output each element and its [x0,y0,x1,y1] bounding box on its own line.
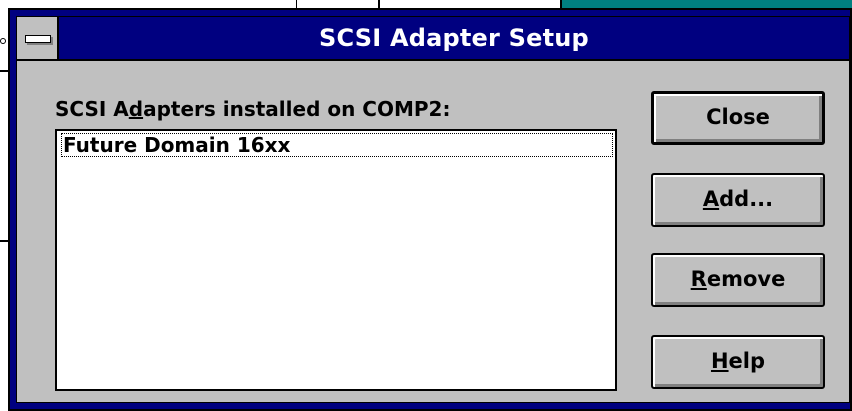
help-button-label: elp [728,349,766,373]
background-window-edge [296,0,297,8]
dialog-client-area: SCSI Adapters installed on COMP2: Future… [17,61,849,402]
dialog-frame: SCSI Adapter Setup SCSI Adapters install… [16,16,850,403]
label-mnemonic: d [128,97,144,121]
add-button-label: dd... [719,187,774,211]
remove-button-mnemonic: R [690,267,707,291]
close-button[interactable]: Close [651,91,825,145]
list-item-future-domain[interactable]: Future Domain 16xx [61,133,613,157]
help-button[interactable]: Help [651,335,825,389]
add-button[interactable]: Add... [651,173,825,227]
window-title: SCSI Adapter Setup [319,24,589,52]
remove-button[interactable]: Remove [651,253,825,307]
remove-button-label: emove [706,267,786,291]
help-button-mnemonic: H [710,349,729,373]
background-window-fragment [0,38,6,44]
desktop: SCSI Adapter Setup SCSI Adapters install… [0,0,852,411]
background-window-fragment [560,0,852,8]
background-window-edge [0,70,8,72]
adapters-listbox[interactable]: Future Domain 16xx [55,129,617,391]
system-menu-button[interactable] [17,17,59,59]
scsi-adapter-setup-dialog: SCSI Adapter Setup SCSI Adapters install… [8,8,852,411]
system-menu-icon [25,35,51,43]
background-window-edge [0,240,8,242]
title-bar[interactable]: SCSI Adapter Setup [17,17,849,61]
close-button-label: Close [706,105,770,129]
adapters-list-label: SCSI Adapters installed on COMP2: [55,97,451,121]
background-window-edge [378,0,380,8]
add-button-mnemonic: A [702,187,720,211]
